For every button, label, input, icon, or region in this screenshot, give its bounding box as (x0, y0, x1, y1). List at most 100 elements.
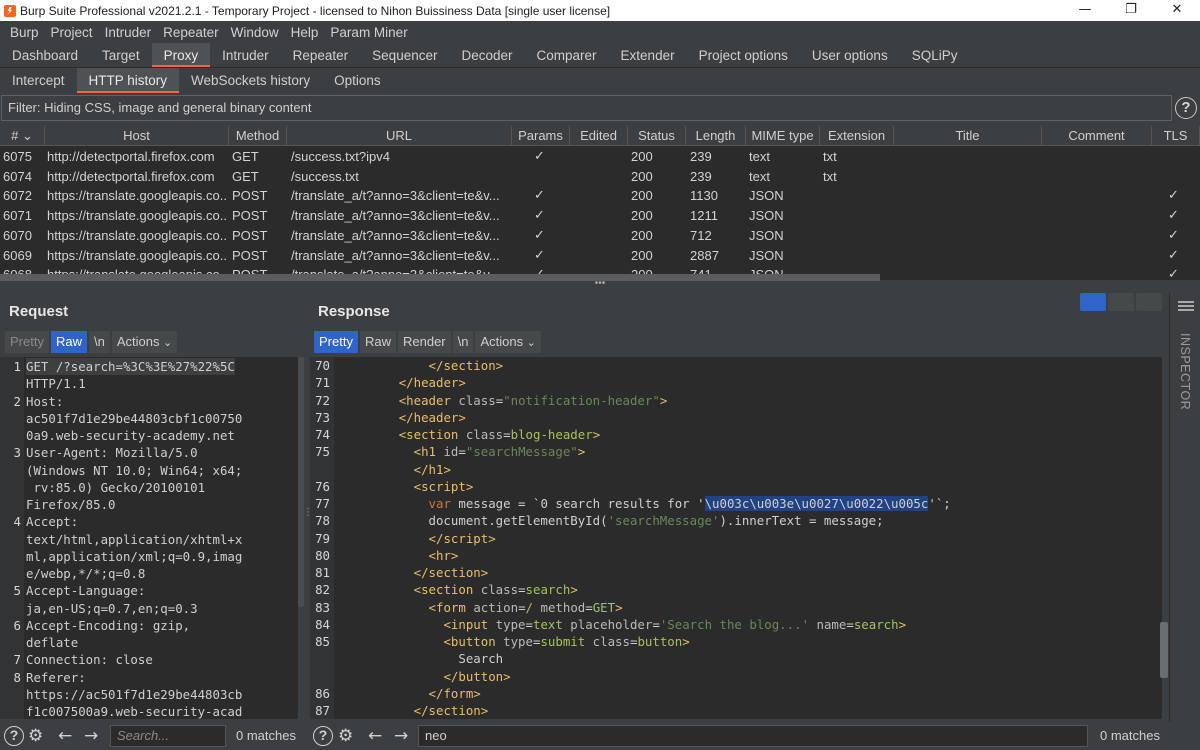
tab-target[interactable]: Target (90, 43, 152, 67)
tab-proxy[interactable]: Proxy (151, 43, 211, 67)
response-scrollbar[interactable] (1160, 622, 1168, 678)
tab-options[interactable]: Options (322, 68, 393, 93)
request-tab-newline[interactable]: \n (88, 331, 110, 353)
response-tab-render[interactable]: Render (397, 331, 451, 353)
column-mime-type[interactable]: MIME type (746, 126, 820, 146)
table-horizontal-scrollbar[interactable] (0, 274, 880, 281)
tab-user-options[interactable]: User options (800, 43, 900, 67)
response-line: <form action=/ method=GET> (428, 599, 623, 615)
layout-toggle-group (1078, 293, 1162, 311)
request-forward-arrow-icon[interactable]: → (84, 727, 98, 745)
column-host[interactable]: Host (45, 126, 229, 146)
cell-ext: txt (823, 168, 837, 184)
burp-app-icon (4, 4, 16, 17)
response-line: </button> (443, 668, 511, 684)
table-row[interactable]: 6070 https://translate.googleapis.co... PO… (0, 226, 1200, 246)
inspector-label[interactable]: INSPECTOR (1178, 333, 1192, 410)
column-tls[interactable]: TLS (1152, 126, 1200, 146)
response-back-arrow-icon[interactable]: ← (368, 727, 382, 745)
column-edited[interactable]: Edited (570, 126, 628, 146)
layout-split-vertical-icon[interactable] (1108, 293, 1134, 311)
minimize-button[interactable]: — (1062, 0, 1108, 21)
cell-status: 200 (631, 227, 653, 243)
request-actions-dropdown[interactable]: Actions (111, 331, 178, 353)
request-scrollbar[interactable] (298, 357, 304, 607)
tab-extender[interactable]: Extender (609, 43, 687, 67)
request-line: https://ac501f7d1e29be44803cb (26, 686, 243, 702)
line-number: 86 (315, 685, 330, 701)
cell-host: http://detectportal.firefox.com (47, 149, 215, 164)
request-back-arrow-icon[interactable]: ← (58, 727, 72, 745)
table-row[interactable]: 6074 http://detectportal.firefox.com GET/s… (0, 167, 1200, 187)
vertical-splitter-grip[interactable]: ⋮ (303, 508, 313, 530)
cell-url: /success.txt?ipv4 (291, 149, 390, 164)
tab-decoder[interactable]: Decoder (449, 43, 524, 67)
tab-repeater[interactable]: Repeater (281, 43, 361, 67)
request-line: Connection: close (26, 652, 153, 668)
tab-comparer[interactable]: Comparer (525, 43, 609, 67)
help-icon[interactable]: ? (1175, 97, 1197, 119)
table-row[interactable]: 6071 https://translate.googleapis.co... PO… (0, 206, 1200, 226)
request-tab-raw[interactable]: Raw (50, 331, 87, 353)
menu-project[interactable]: Project (45, 25, 99, 40)
pane-splitter[interactable]: ••• (0, 279, 1200, 291)
tab-intercept[interactable]: Intercept (0, 68, 77, 93)
response-settings-gear-icon[interactable]: ⚙ (338, 727, 353, 745)
tab-http-history[interactable]: HTTP history (76, 68, 180, 93)
cell-params: ✓ (534, 227, 545, 243)
line-number: 87 (315, 703, 330, 718)
tab-sqlipy[interactable]: SQLiPy (900, 43, 970, 67)
layout-split-horizontal-icon[interactable] (1080, 293, 1106, 311)
line-number: 81 (315, 565, 330, 580)
response-forward-arrow-icon[interactable]: → (394, 727, 408, 745)
table-row[interactable]: 6072 https://translate.googleapis.co... PO… (0, 186, 1200, 206)
menu-intruder[interactable]: Intruder (99, 25, 158, 40)
cell-host: http://detectportal.firefox.com (47, 168, 215, 184)
response-actions-dropdown[interactable]: Actions (475, 331, 541, 353)
tab-intruder[interactable]: Intruder (210, 43, 281, 67)
request-help-icon[interactable]: ? (4, 726, 24, 746)
menu-burp[interactable]: Burp (4, 25, 45, 40)
table-row[interactable]: 6069 https://translate.googleapis.co... PO… (0, 246, 1200, 266)
response-tab-pretty[interactable]: Pretty (314, 331, 358, 353)
line-number: 5 (13, 583, 21, 599)
line-number: 78 (315, 513, 330, 529)
column-number[interactable]: # ⌄ (0, 126, 45, 146)
column-length[interactable]: Length (686, 126, 746, 146)
menu-help[interactable]: Help (285, 25, 325, 40)
table-row[interactable]: 6075 http://detectportal.firefox.com GET/s… (0, 147, 1200, 167)
column-title[interactable]: Title (894, 126, 1042, 146)
menu-window[interactable]: Window (225, 25, 285, 40)
menu-param-miner[interactable]: Param Miner (324, 25, 413, 40)
request-title: Request (9, 303, 69, 320)
response-editor[interactable]: 70 </section> 71 </header> 72 <header clas… (310, 357, 1162, 719)
inspector-sidebar[interactable]: INSPECTOR (1169, 293, 1200, 750)
request-tab-pretty[interactable]: Pretty (5, 331, 49, 353)
response-help-icon[interactable]: ? (313, 726, 333, 746)
column-url[interactable]: URL (287, 126, 512, 146)
column-method[interactable]: Method (229, 126, 287, 146)
hamburger-icon[interactable] (1178, 301, 1194, 311)
column-status[interactable]: Status (628, 126, 686, 146)
request-settings-gear-icon[interactable]: ⚙ (28, 727, 43, 745)
cell-mime: text (749, 168, 770, 184)
response-search-input[interactable]: neo (418, 725, 1088, 747)
response-tab-raw[interactable]: Raw (359, 331, 396, 353)
column-comment[interactable]: Comment (1042, 126, 1152, 146)
tab-dashboard[interactable]: Dashboard (0, 43, 90, 67)
tab-project-options[interactable]: Project options (687, 43, 800, 67)
column-params[interactable]: Params (512, 126, 570, 146)
tab-sequencer[interactable]: Sequencer (360, 43, 449, 67)
column-extension[interactable]: Extension (820, 126, 894, 146)
request-editor[interactable]: 1 GET /?search=%3C%3E%27%22%5C HTTP/1.1 2 Ho… (0, 357, 298, 719)
menu-repeater[interactable]: Repeater (157, 25, 225, 40)
cell-mime: text (749, 149, 770, 164)
layout-tabs-icon[interactable] (1136, 293, 1162, 311)
restore-button[interactable]: ❐ (1108, 0, 1154, 21)
filter-bar[interactable]: Filter: Hiding CSS, image and general bi… (1, 95, 1172, 121)
response-tab-newline[interactable]: \n (452, 331, 474, 353)
close-button[interactable]: ✕ (1154, 0, 1200, 21)
request-search-input[interactable]: Search... (110, 725, 226, 747)
tab-websockets-history[interactable]: WebSockets history (179, 68, 322, 93)
line-number: 8 (13, 669, 21, 685)
